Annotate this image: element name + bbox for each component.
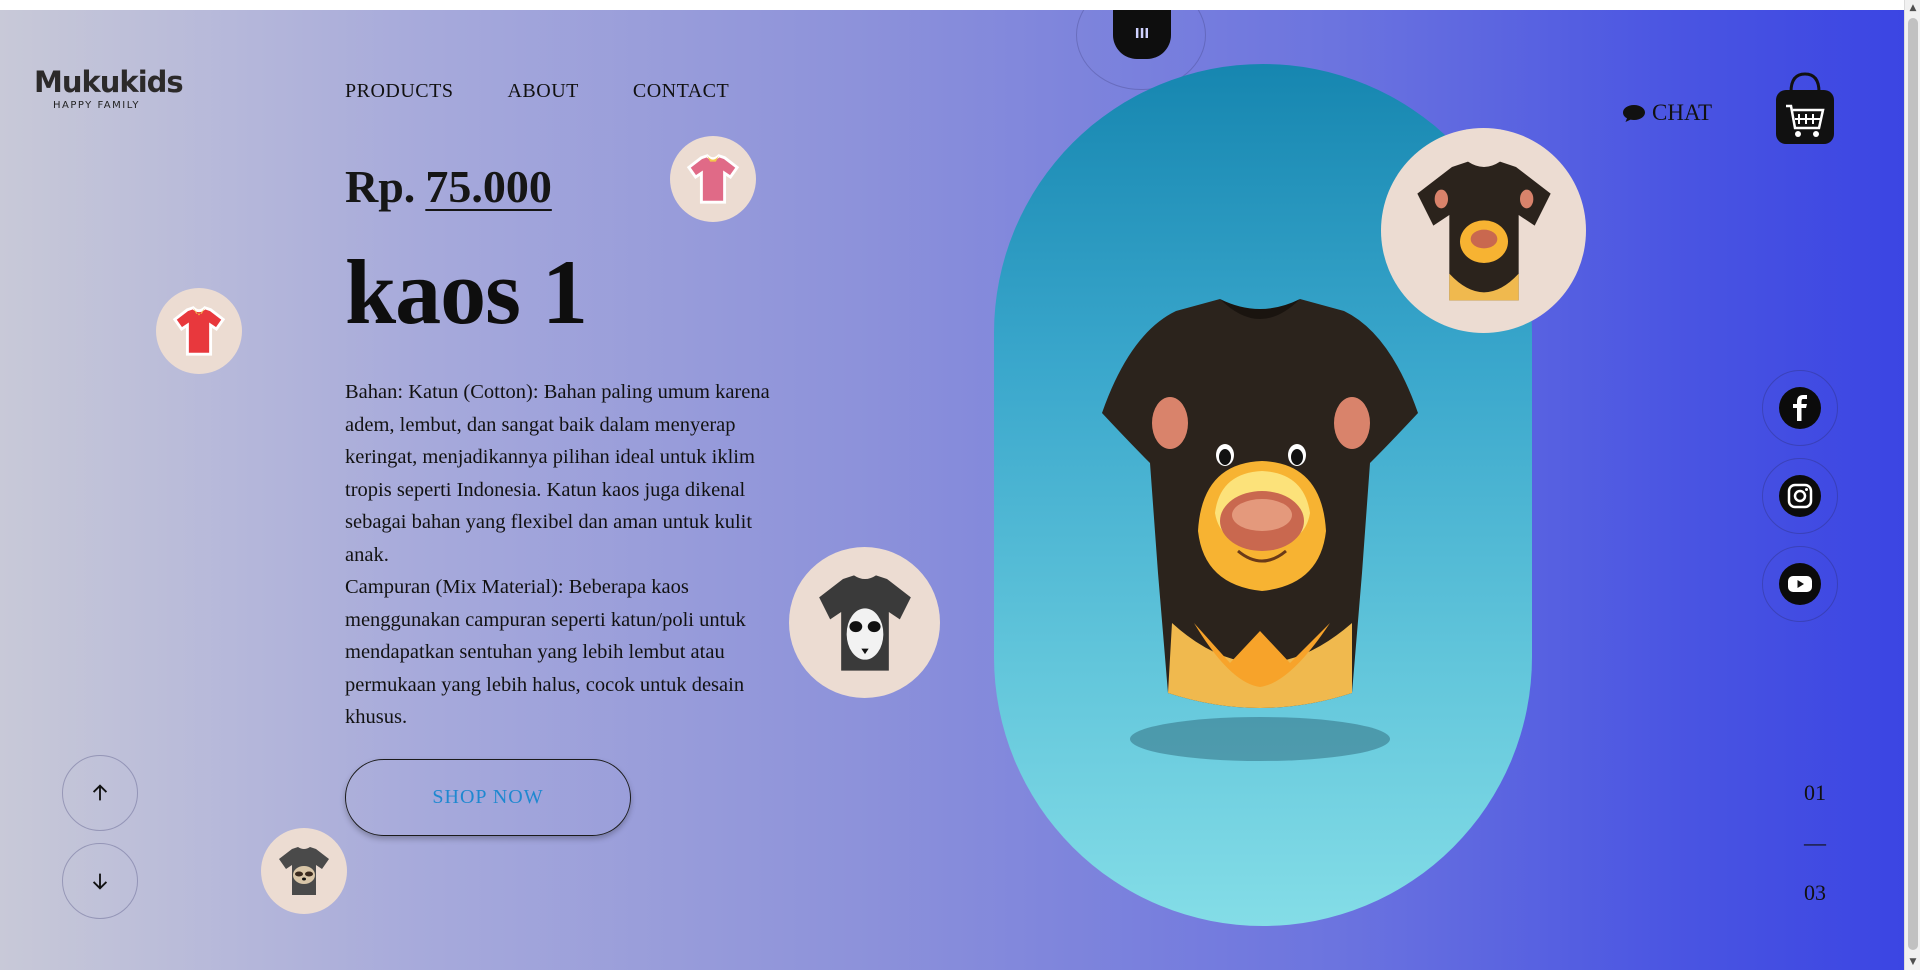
nav-products[interactable]: PRODUCTS bbox=[345, 80, 453, 103]
chat-bubble-icon bbox=[1623, 105, 1645, 122]
red-shirt-icon bbox=[172, 306, 226, 356]
shop-now-button[interactable]: SHOP NOW bbox=[345, 759, 631, 836]
product-description: Bahan: Katun (Cotton): Bahan paling umum… bbox=[345, 376, 790, 734]
slide-total: 03 bbox=[1804, 880, 1826, 905]
price-currency: Rp. bbox=[345, 161, 416, 212]
nav-about[interactable]: ABOUT bbox=[507, 80, 578, 103]
scroll-down-button[interactable] bbox=[62, 843, 138, 919]
instagram-link[interactable] bbox=[1762, 458, 1838, 534]
scrollbar-up-arrow-icon[interactable]: ▲ bbox=[1905, 0, 1920, 16]
bear-shirt-thumb-icon bbox=[1416, 161, 1551, 300]
description-paragraph: Campuran (Mix Material): Beberapa kaos m… bbox=[345, 576, 746, 728]
nav-contact[interactable]: CONTACT bbox=[633, 80, 729, 103]
bear-shirt-image bbox=[1102, 299, 1418, 761]
hero-section: Mukukids HAPPY FAMILY PRODUCTS ABOUT CON… bbox=[0, 10, 1904, 970]
product-thumb-red-shirt[interactable] bbox=[156, 288, 242, 374]
shopping-bag-icon bbox=[1776, 72, 1834, 144]
cart-button[interactable] bbox=[1773, 70, 1837, 151]
description-paragraph: Bahan: Katun (Cotton): Bahan paling umum… bbox=[345, 381, 770, 566]
browser-top-strip bbox=[0, 0, 1904, 10]
facebook-icon bbox=[1779, 387, 1821, 429]
arrow-down-icon bbox=[92, 873, 108, 890]
scrollbar-down-arrow-icon[interactable]: ▼ bbox=[1905, 954, 1920, 970]
price-amount: 75.000 bbox=[425, 161, 552, 212]
top-character-icon: III bbox=[1113, 10, 1171, 59]
product-thumb-sloth-shirt[interactable] bbox=[261, 828, 347, 914]
facebook-link[interactable] bbox=[1762, 370, 1838, 446]
scrollbar-thumb[interactable] bbox=[1908, 18, 1918, 950]
product-thumb-pink-shirt[interactable] bbox=[670, 136, 756, 222]
slide-separator: — bbox=[1804, 830, 1826, 855]
main-nav: PRODUCTS ABOUT CONTACT bbox=[345, 80, 729, 103]
product-thumb-bear-shirt[interactable] bbox=[1381, 128, 1586, 333]
arrow-up-icon bbox=[92, 784, 108, 801]
brand-tagline: HAPPY FAMILY bbox=[52, 100, 141, 111]
scroll-up-button[interactable] bbox=[62, 755, 138, 831]
brand-name: Mukukids bbox=[34, 65, 184, 99]
chat-button[interactable]: CHAT bbox=[1622, 100, 1712, 126]
product-price: Rp. 75.000 bbox=[345, 160, 552, 213]
slide-current: 01 bbox=[1804, 780, 1826, 805]
chat-label: CHAT bbox=[1652, 100, 1713, 125]
product-title: kaos 1 bbox=[345, 241, 588, 343]
pink-shirt-icon bbox=[686, 154, 740, 204]
youtube-link[interactable] bbox=[1762, 546, 1838, 622]
instagram-icon bbox=[1779, 475, 1821, 517]
raccoon-shirt-icon bbox=[818, 574, 911, 671]
product-thumb-raccoon-shirt[interactable] bbox=[789, 547, 940, 698]
sloth-shirt-icon bbox=[279, 847, 329, 895]
youtube-icon bbox=[1779, 563, 1821, 605]
vertical-scrollbar[interactable]: ▲ ▼ bbox=[1904, 0, 1920, 970]
top-character-label: III bbox=[1134, 26, 1150, 42]
brand-logo[interactable]: Mukukids HAPPY FAMILY bbox=[34, 65, 184, 111]
